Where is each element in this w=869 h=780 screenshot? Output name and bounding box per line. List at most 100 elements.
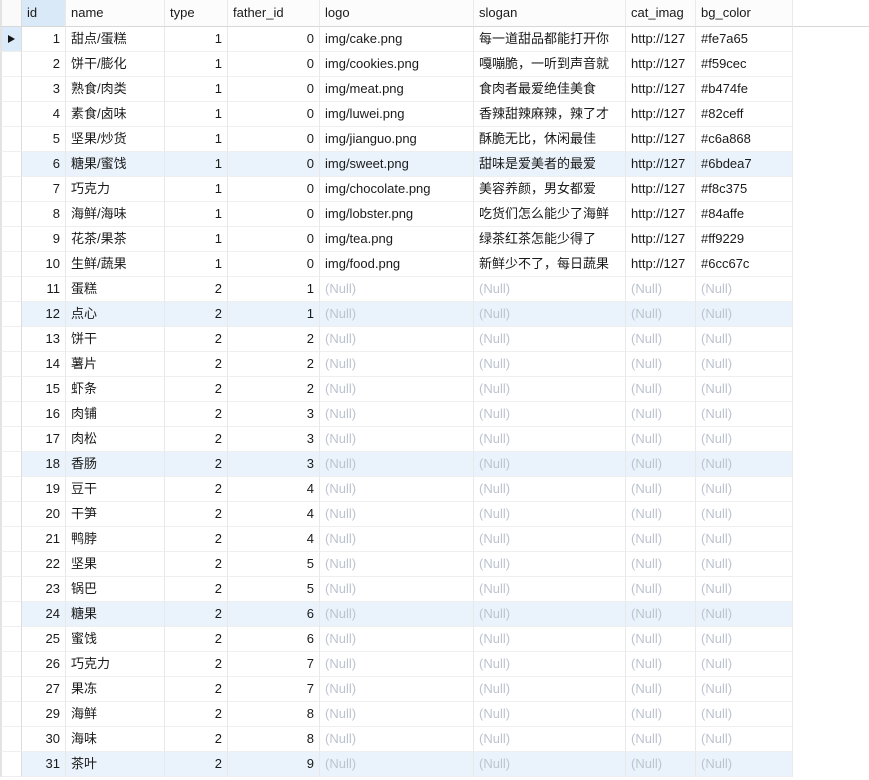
cell-id[interactable]: 11 <box>22 277 66 302</box>
cell-cat_imag[interactable]: (Null) <box>626 452 696 477</box>
cell-name[interactable]: 海鲜/海味 <box>66 202 165 227</box>
row-selector[interactable] <box>0 27 22 52</box>
cell-father_id[interactable]: 4 <box>228 527 320 552</box>
cell-type[interactable]: 2 <box>165 602 228 627</box>
cell-slogan[interactable]: (Null) <box>474 627 626 652</box>
cell-cat_imag[interactable]: (Null) <box>626 502 696 527</box>
row-selector[interactable] <box>0 452 22 477</box>
cell-name[interactable]: 花茶/果茶 <box>66 227 165 252</box>
cell-bg_color[interactable]: #6cc67c <box>696 252 793 277</box>
cell-cat_imag[interactable]: (Null) <box>626 727 696 752</box>
cell-father_id[interactable]: 8 <box>228 702 320 727</box>
cell-father_id[interactable]: 0 <box>228 27 320 52</box>
cell-cat_imag[interactable]: (Null) <box>626 427 696 452</box>
cell-name[interactable]: 点心 <box>66 302 165 327</box>
row-selector[interactable] <box>0 327 22 352</box>
cell-cat_imag[interactable]: http://127 <box>626 77 696 102</box>
cell-id[interactable]: 14 <box>22 352 66 377</box>
cell-name[interactable]: 糖果 <box>66 602 165 627</box>
cell-cat_imag[interactable]: (Null) <box>626 527 696 552</box>
cell-logo[interactable]: (Null) <box>320 377 474 402</box>
row-selector[interactable] <box>0 627 22 652</box>
cell-type[interactable]: 2 <box>165 427 228 452</box>
cell-type[interactable]: 2 <box>165 577 228 602</box>
cell-cat_imag[interactable]: (Null) <box>626 652 696 677</box>
cell-id[interactable]: 24 <box>22 602 66 627</box>
cell-father_id[interactable]: 1 <box>228 302 320 327</box>
cell-slogan[interactable]: (Null) <box>474 702 626 727</box>
cell-type[interactable]: 2 <box>165 277 228 302</box>
cell-bg_color[interactable]: (Null) <box>696 302 793 327</box>
cell-type[interactable]: 2 <box>165 302 228 327</box>
row-selector[interactable] <box>0 277 22 302</box>
cell-name[interactable]: 蜜饯 <box>66 627 165 652</box>
cell-name[interactable]: 薯片 <box>66 352 165 377</box>
cell-type[interactable]: 1 <box>165 202 228 227</box>
column-header-cat_imag[interactable]: cat_imag <box>626 0 696 27</box>
cell-father_id[interactable]: 3 <box>228 427 320 452</box>
cell-cat_imag[interactable]: http://127 <box>626 27 696 52</box>
cell-bg_color[interactable]: (Null) <box>696 502 793 527</box>
cell-id[interactable]: 26 <box>22 652 66 677</box>
cell-id[interactable]: 6 <box>22 152 66 177</box>
cell-cat_imag[interactable]: (Null) <box>626 377 696 402</box>
row-selector[interactable] <box>0 577 22 602</box>
cell-slogan[interactable]: (Null) <box>474 302 626 327</box>
cell-slogan[interactable]: (Null) <box>474 677 626 702</box>
row-selector-corner[interactable] <box>0 0 22 27</box>
cell-cat_imag[interactable]: (Null) <box>626 327 696 352</box>
cell-cat_imag[interactable]: (Null) <box>626 302 696 327</box>
cell-father_id[interactable]: 0 <box>228 52 320 77</box>
cell-logo[interactable]: img/tea.png <box>320 227 474 252</box>
cell-type[interactable]: 1 <box>165 227 228 252</box>
cell-logo[interactable]: img/lobster.png <box>320 202 474 227</box>
cell-bg_color[interactable]: (Null) <box>696 277 793 302</box>
cell-father_id[interactable]: 5 <box>228 577 320 602</box>
cell-id[interactable]: 30 <box>22 727 66 752</box>
cell-type[interactable]: 2 <box>165 377 228 402</box>
cell-slogan[interactable]: (Null) <box>474 402 626 427</box>
row-selector[interactable] <box>0 502 22 527</box>
cell-cat_imag[interactable]: http://127 <box>626 102 696 127</box>
cell-type[interactable]: 1 <box>165 252 228 277</box>
cell-bg_color[interactable]: #84affe <box>696 202 793 227</box>
cell-logo[interactable]: (Null) <box>320 552 474 577</box>
cell-logo[interactable]: img/food.png <box>320 252 474 277</box>
cell-cat_imag[interactable]: (Null) <box>626 477 696 502</box>
cell-bg_color[interactable]: #f59cec <box>696 52 793 77</box>
cell-type[interactable]: 1 <box>165 27 228 52</box>
cell-name[interactable]: 生鲜/蔬果 <box>66 252 165 277</box>
cell-bg_color[interactable]: (Null) <box>696 702 793 727</box>
cell-id[interactable]: 2 <box>22 52 66 77</box>
cell-cat_imag[interactable]: (Null) <box>626 277 696 302</box>
cell-id[interactable]: 27 <box>22 677 66 702</box>
cell-father_id[interactable]: 7 <box>228 652 320 677</box>
cell-father_id[interactable]: 0 <box>228 252 320 277</box>
cell-type[interactable]: 2 <box>165 477 228 502</box>
cell-type[interactable]: 1 <box>165 177 228 202</box>
cell-father_id[interactable]: 8 <box>228 727 320 752</box>
cell-id[interactable]: 17 <box>22 427 66 452</box>
cell-id[interactable]: 15 <box>22 377 66 402</box>
cell-slogan[interactable]: 嘎嘣脆，一听到声音就 <box>474 52 626 77</box>
row-selector[interactable] <box>0 427 22 452</box>
cell-id[interactable]: 13 <box>22 327 66 352</box>
cell-slogan[interactable]: 每一道甜品都能打开你 <box>474 27 626 52</box>
cell-name[interactable]: 海鲜 <box>66 702 165 727</box>
cell-bg_color[interactable]: (Null) <box>696 752 793 777</box>
row-selector[interactable] <box>0 252 22 277</box>
cell-id[interactable]: 20 <box>22 502 66 527</box>
cell-father_id[interactable]: 0 <box>228 152 320 177</box>
cell-type[interactable]: 2 <box>165 727 228 752</box>
cell-name[interactable]: 巧克力 <box>66 652 165 677</box>
cell-id[interactable]: 4 <box>22 102 66 127</box>
cell-father_id[interactable]: 3 <box>228 452 320 477</box>
cell-father_id[interactable]: 2 <box>228 377 320 402</box>
cell-slogan[interactable]: 美容养颜，男女都爱 <box>474 177 626 202</box>
cell-name[interactable]: 鸭脖 <box>66 527 165 552</box>
cell-cat_imag[interactable]: http://127 <box>626 252 696 277</box>
cell-id[interactable]: 18 <box>22 452 66 477</box>
cell-name[interactable]: 巧克力 <box>66 177 165 202</box>
cell-id[interactable]: 12 <box>22 302 66 327</box>
cell-slogan[interactable]: (Null) <box>474 277 626 302</box>
